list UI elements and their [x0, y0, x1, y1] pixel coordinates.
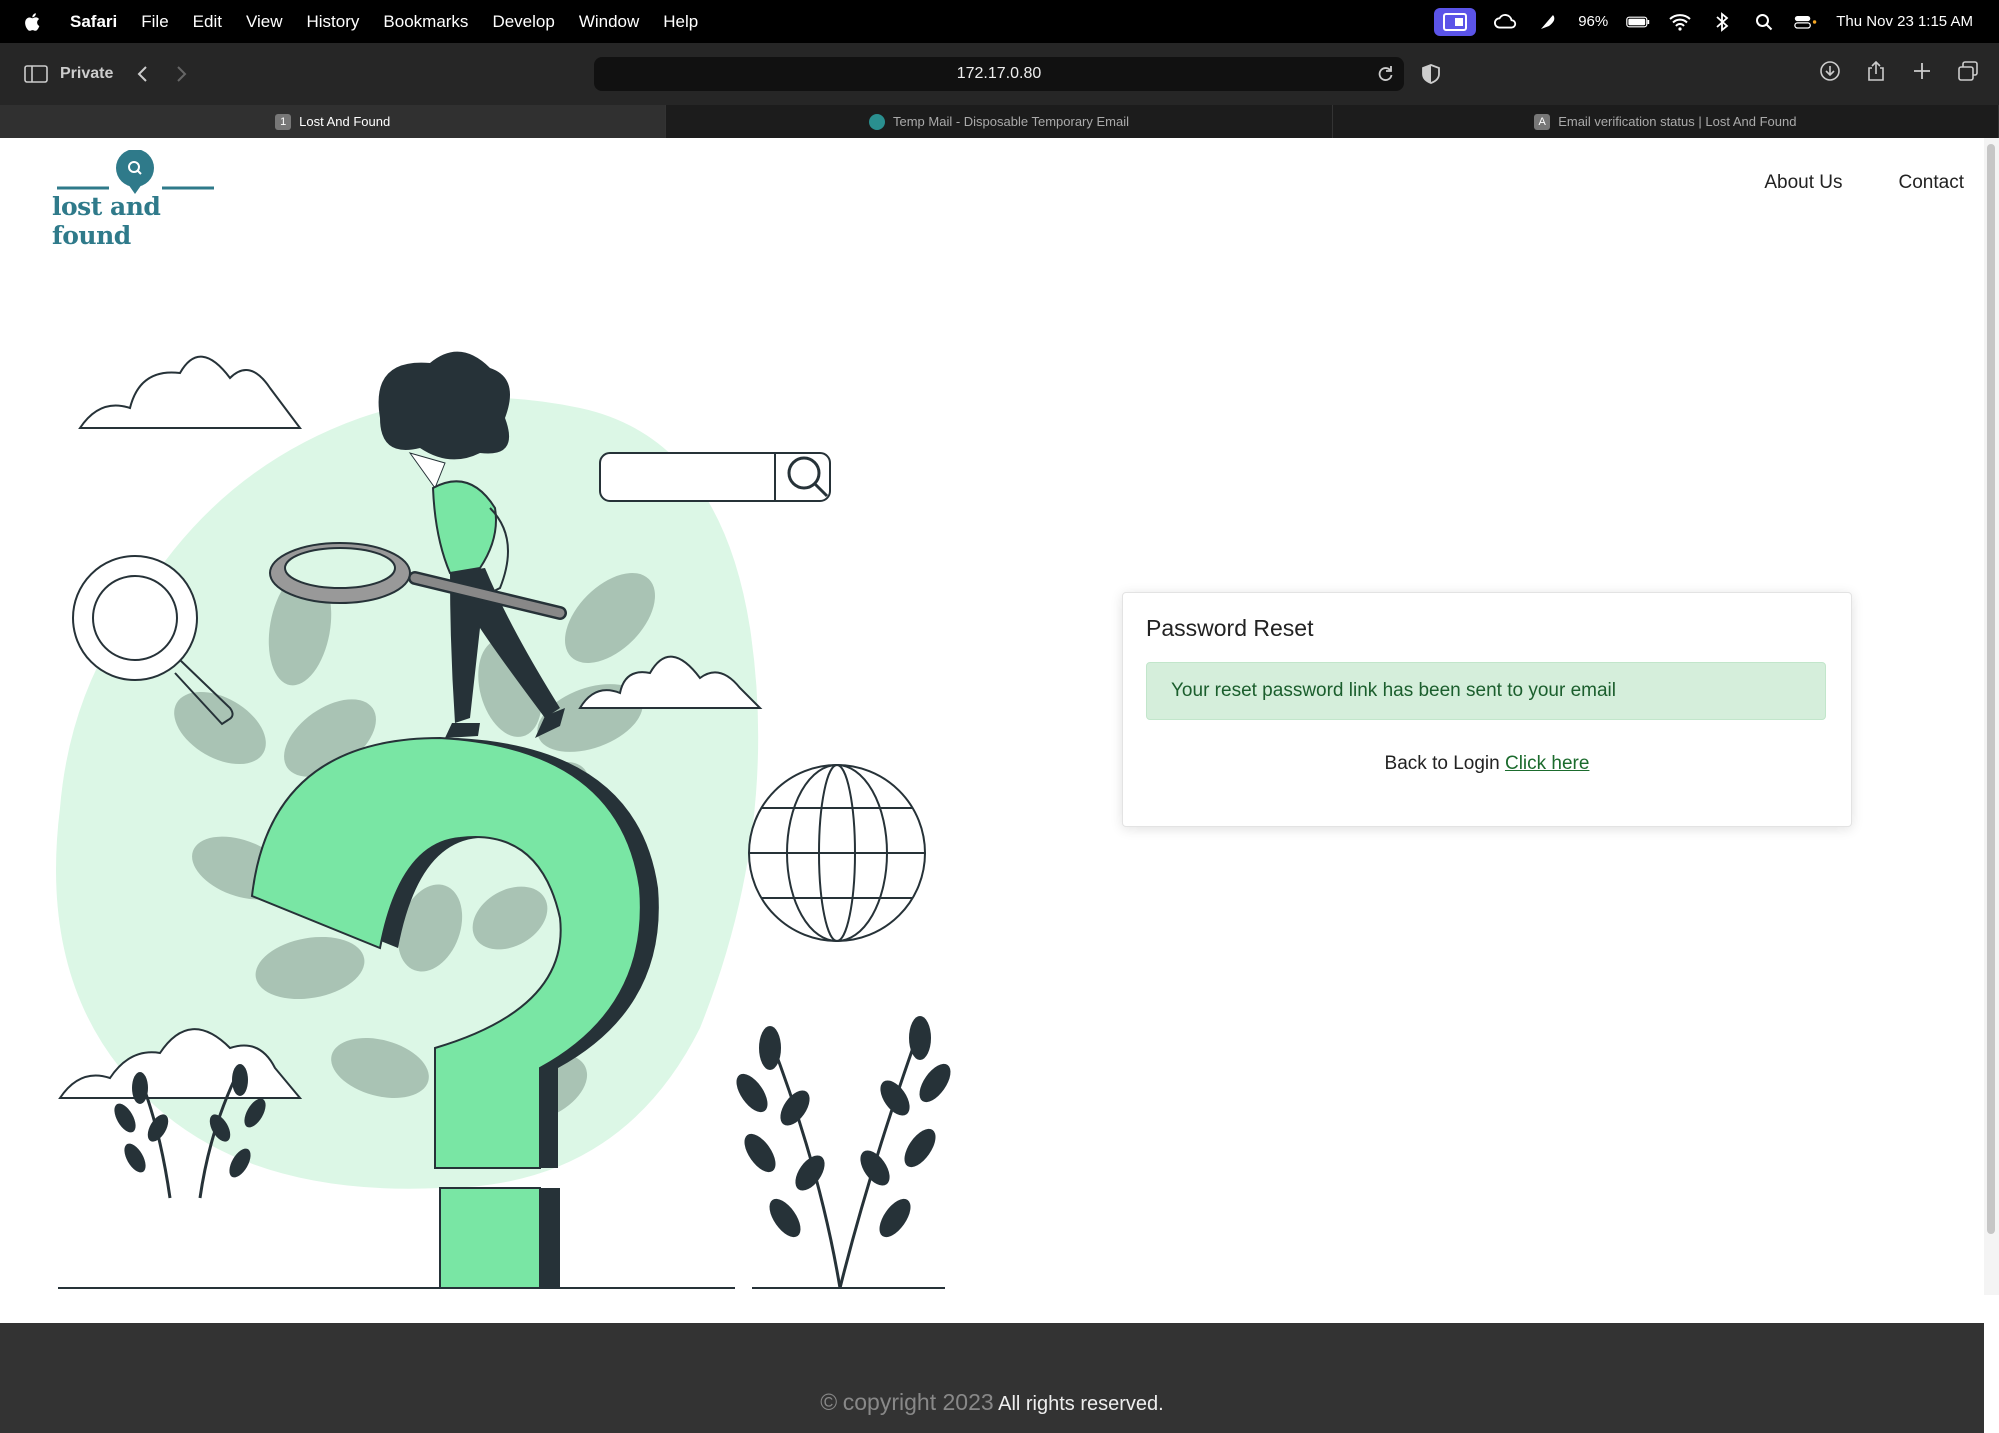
menu-view[interactable]: View	[246, 12, 283, 32]
password-reset-card: Password Reset Your reset password link …	[1122, 592, 1852, 827]
scrollbar-thumb[interactable]	[1987, 144, 1995, 1234]
rights-text: All rights reserved.	[998, 1393, 1164, 1415]
private-label: Private	[60, 65, 114, 82]
bluetooth-icon[interactable]	[1710, 11, 1734, 32]
tab-label: Lost And Found	[299, 114, 391, 129]
forward-arrow-icon[interactable]	[173, 64, 189, 84]
back-to-login-text: Back to Login	[1384, 753, 1500, 774]
temp-mail-favicon-icon	[868, 113, 885, 130]
menubar-clock[interactable]: Thu Nov 23 1:15 AM	[1836, 13, 1973, 30]
control-center-icon[interactable]	[1794, 12, 1818, 32]
battery-percent: 96%	[1578, 13, 1609, 30]
share-icon[interactable]	[1865, 60, 1887, 82]
alert-message: Your reset password link has been sent t…	[1171, 680, 1616, 701]
card-title: Password Reset	[1146, 615, 1314, 641]
screen-share-icon[interactable]	[1434, 7, 1477, 36]
tab-favicon: 1	[275, 113, 292, 130]
tab-temp-mail[interactable]: Temp Mail - Disposable Temporary Email	[666, 105, 1333, 138]
page-scrollbar[interactable]	[1984, 138, 1999, 1295]
spotlight-search-icon[interactable]	[1752, 12, 1776, 32]
tab-favicon: A	[1534, 113, 1551, 130]
tab-label: Email verification status | Lost And Fou…	[1558, 114, 1797, 129]
reload-icon[interactable]	[1376, 65, 1394, 83]
tab-bar: 1 Lost And Found Temp Mail - Disposable …	[0, 105, 1999, 138]
menu-file[interactable]: File	[141, 12, 168, 32]
tab-email-verification[interactable]: A Email verification status | Lost And F…	[1333, 105, 1999, 138]
tab-lost-and-found[interactable]: 1 Lost And Found	[0, 105, 667, 138]
new-tab-icon[interactable]	[1911, 60, 1933, 82]
menu-help[interactable]: Help	[663, 12, 698, 32]
site-footer: © copyright 2023 All rights reserved.	[0, 1323, 1984, 1433]
sidebar-toggle-icon[interactable]	[24, 64, 48, 84]
apple-icon[interactable]	[22, 11, 44, 33]
tab-label: Temp Mail - Disposable Temporary Email	[892, 114, 1129, 129]
back-to-login: Back to Login Click here	[1123, 753, 1851, 775]
lost-and-found-illustration	[56, 351, 951, 1289]
cloud-icon[interactable]	[1494, 12, 1518, 32]
menu-bar: Safari File Edit View History Bookmarks …	[0, 0, 1999, 43]
footer-line: © copyright 2023 All rights reserved.	[0, 1389, 1984, 1416]
downloads-icon[interactable]	[1819, 60, 1841, 82]
logo-text: lost and found	[52, 192, 161, 250]
menu-develop[interactable]: Develop	[492, 12, 554, 32]
copyright-icon: ©	[820, 1389, 838, 1415]
battery-icon[interactable]	[1626, 12, 1650, 32]
toolbar-right-actions	[1819, 60, 1979, 82]
nav-about-us[interactable]: About Us	[1764, 172, 1842, 194]
login-link[interactable]: Click here	[1505, 753, 1589, 774]
search-bar-graphic	[599, 452, 831, 502]
logo-search-bubble-icon	[57, 149, 214, 194]
wifi-icon[interactable]	[1668, 12, 1692, 32]
menu-history[interactable]: History	[307, 12, 360, 32]
site-nav: About Us Contact	[1764, 172, 1964, 194]
menu-edit[interactable]: Edit	[193, 12, 222, 32]
tab-overview-icon[interactable]	[1957, 60, 1979, 82]
url-text[interactable]: 172.17.0.80	[957, 65, 1042, 83]
success-alert: Your reset password link has been sent t…	[1146, 662, 1826, 720]
nav-contact[interactable]: Contact	[1899, 172, 1964, 194]
site-logo[interactable]: lost and found	[52, 149, 222, 250]
globe-graphic	[748, 764, 926, 942]
web-page: lost and found About Us Contact Password…	[0, 138, 1984, 1433]
feather-icon[interactable]	[1536, 12, 1560, 32]
menu-app-name[interactable]: Safari	[70, 12, 117, 32]
copyright-text: copyright 2023	[842, 1389, 994, 1415]
address-bar[interactable]: 172.17.0.80	[594, 57, 1404, 91]
menu-bookmarks[interactable]: Bookmarks	[383, 12, 468, 32]
back-arrow-icon[interactable]	[135, 64, 151, 84]
menu-window[interactable]: Window	[579, 12, 639, 32]
privacy-shield-icon[interactable]	[1420, 63, 1442, 85]
